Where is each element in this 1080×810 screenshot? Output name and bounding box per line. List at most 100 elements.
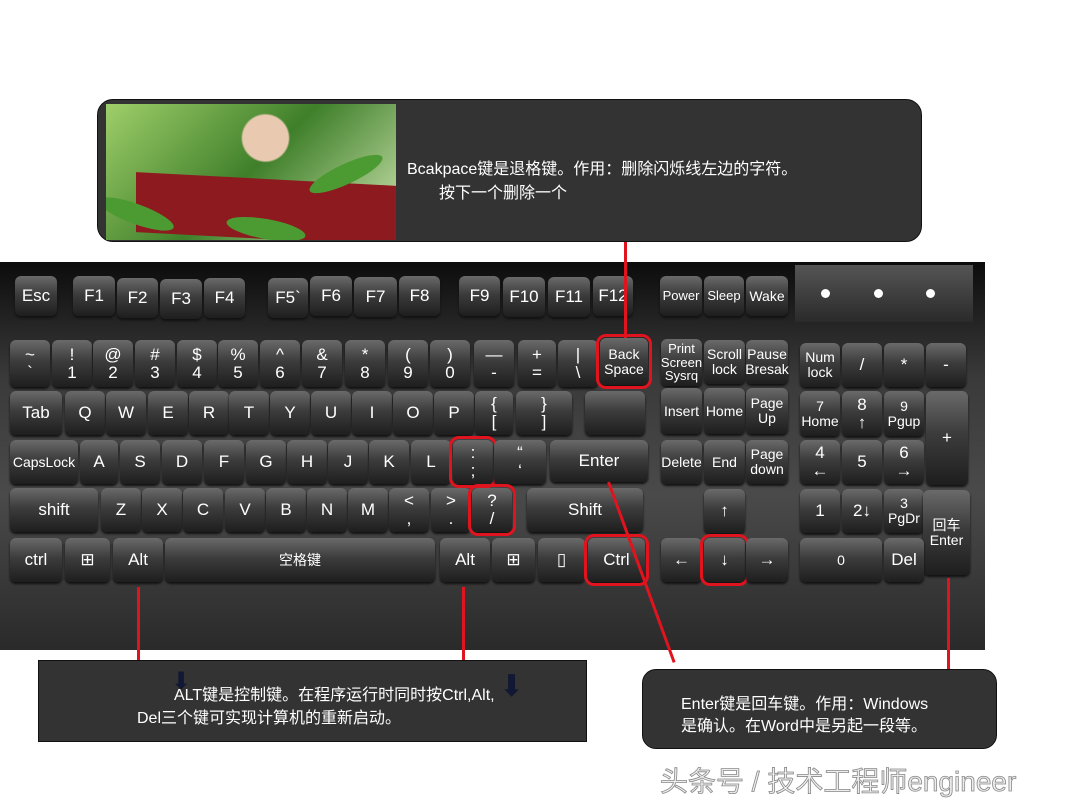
key-3[interactable]: 3 PgDr <box>884 489 924 533</box>
key-symbol-88[interactable]: ? / <box>468 484 516 536</box>
key-symbol-24[interactable]: * 8 <box>345 340 385 387</box>
key-f1[interactable]: F1 <box>73 276 115 316</box>
key-h[interactable]: H <box>287 440 327 484</box>
key-5[interactable]: 5 <box>842 440 882 484</box>
key-tab[interactable]: Tab <box>10 391 62 435</box>
key-q[interactable]: Q <box>65 391 105 435</box>
key-1[interactable]: 1 <box>800 489 840 533</box>
key-symbol-50[interactable]: } ] <box>516 391 572 435</box>
key-symbol-101[interactable]: ▯ <box>538 538 585 582</box>
key-l[interactable]: L <box>411 440 451 484</box>
key-a[interactable]: A <box>80 440 118 484</box>
key-9[interactable]: 9 Pgup <box>884 391 924 436</box>
key-e[interactable]: E <box>148 391 188 435</box>
key-f5[interactable]: F5` <box>268 278 308 318</box>
key-symbol-100[interactable]: ⊞ <box>492 538 535 582</box>
key-t[interactable]: T <box>229 391 269 435</box>
key-g[interactable]: G <box>246 440 286 484</box>
key-i[interactable]: I <box>352 391 392 435</box>
key-back[interactable]: Back Space <box>596 334 652 389</box>
key-sleep[interactable]: Sleep <box>704 276 744 316</box>
key-8[interactable]: 8 ↑ <box>842 391 882 436</box>
key-d[interactable]: D <box>162 440 202 484</box>
key-f[interactable]: F <box>204 440 244 484</box>
key-z[interactable]: Z <box>101 488 141 532</box>
key-symbol-94[interactable]: 回车 Enter <box>923 490 970 575</box>
key-symbol-18[interactable]: @ 2 <box>93 340 133 387</box>
key-symbol-19[interactable]: # 3 <box>135 340 175 387</box>
key-symbol-29[interactable]: | \ <box>558 340 598 387</box>
key-home[interactable]: Home <box>704 388 745 434</box>
key-symbol-90[interactable]: ↑ <box>704 489 745 533</box>
key-symbol-87[interactable]: > . <box>431 488 471 532</box>
key-symbol-96[interactable]: ⊞ <box>65 538 110 582</box>
key-j[interactable]: J <box>328 440 368 484</box>
key-f9[interactable]: F9 <box>459 276 500 316</box>
key-symbol-26[interactable]: ) 0 <box>430 340 470 387</box>
key-symbol-21[interactable]: % 5 <box>218 340 258 387</box>
key-f7[interactable]: F7 <box>354 277 397 317</box>
key-pause[interactable]: Pause Bresak <box>745 340 789 384</box>
key-y[interactable]: Y <box>270 391 310 435</box>
key-k[interactable]: K <box>369 440 409 484</box>
key-f6[interactable]: F6 <box>310 276 352 316</box>
key-f4[interactable]: F4 <box>204 278 245 318</box>
key-x[interactable]: X <box>142 488 182 532</box>
key-b[interactable]: B <box>266 488 306 532</box>
key-print[interactable]: Print Screen Sysrq <box>661 339 702 386</box>
key-p[interactable]: P <box>434 391 474 435</box>
key-insert[interactable]: Insert <box>661 388 702 434</box>
key-symbol-58[interactable]: + <box>926 391 968 485</box>
key-m[interactable]: M <box>348 488 388 532</box>
key-end[interactable]: End <box>704 440 745 484</box>
key-scroll[interactable]: Scroll lock <box>704 340 745 384</box>
key-del[interactable]: Del <box>884 538 924 582</box>
key-7[interactable]: 7 Home <box>800 391 840 436</box>
key-symbol-17[interactable]: ! 1 <box>52 340 92 387</box>
key-symbol-20[interactable]: $ 4 <box>177 340 217 387</box>
key-4[interactable]: 4 ← <box>800 440 840 484</box>
key-blank[interactable] <box>585 391 645 435</box>
key-power[interactable]: Power <box>660 276 702 316</box>
key-symbol-16[interactable]: ~ ` <box>10 340 50 387</box>
key-s[interactable]: S <box>120 440 160 484</box>
key-f12[interactable]: F12 <box>593 276 633 316</box>
key-page[interactable]: Page down <box>746 440 788 484</box>
key-f11[interactable]: F11 <box>548 277 590 317</box>
key-esc[interactable]: Esc <box>15 276 57 316</box>
key-f3[interactable]: F3 <box>160 279 202 319</box>
key-symbol-22[interactable]: ^ 6 <box>260 340 300 387</box>
key-symbol-36[interactable]: * <box>884 343 924 387</box>
key-symbol-49[interactable]: { [ <box>475 391 513 435</box>
key-symbol-25[interactable]: ( 9 <box>388 340 428 387</box>
key-n[interactable]: N <box>307 488 347 532</box>
key-capslock[interactable]: CapsLock <box>10 440 78 484</box>
key-shift[interactable]: shift <box>10 488 98 532</box>
key-symbol-104[interactable]: ↓ <box>700 534 749 586</box>
key-enter[interactable]: Enter <box>550 440 648 482</box>
key-symbol-105[interactable]: → <box>746 538 788 582</box>
key-symbol-103[interactable]: ← <box>661 538 702 582</box>
key-symbol-69[interactable]: : ; <box>449 436 497 488</box>
key-symbol-70[interactable]: “ ‘ <box>494 440 546 484</box>
key-symbol-23[interactable]: & 7 <box>302 340 342 387</box>
key-u[interactable]: U <box>311 391 351 435</box>
key-6[interactable]: 6 → <box>884 440 924 484</box>
key-symbol-28[interactable]: + = <box>518 340 556 387</box>
key-w[interactable]: W <box>106 391 146 435</box>
key-wake[interactable]: Wake <box>746 276 788 316</box>
key-ctrl[interactable]: ctrl <box>10 538 62 582</box>
key-symbol-98[interactable]: 空格键 <box>165 538 435 582</box>
key-0[interactable]: 0 <box>800 538 882 582</box>
key-num[interactable]: Num lock <box>800 343 840 387</box>
key-symbol-86[interactable]: < , <box>389 488 429 532</box>
key-o[interactable]: O <box>393 391 433 435</box>
key-c[interactable]: C <box>183 488 223 532</box>
key-symbol-35[interactable]: / <box>842 343 882 387</box>
key-f10[interactable]: F10 <box>503 277 545 317</box>
key-symbol-37[interactable]: - <box>926 343 966 387</box>
key-symbol-27[interactable]: — - <box>474 340 514 387</box>
key-delete[interactable]: Delete <box>661 440 702 484</box>
key-alt[interactable]: Alt <box>440 538 490 582</box>
key-f2[interactable]: F2 <box>117 278 158 318</box>
